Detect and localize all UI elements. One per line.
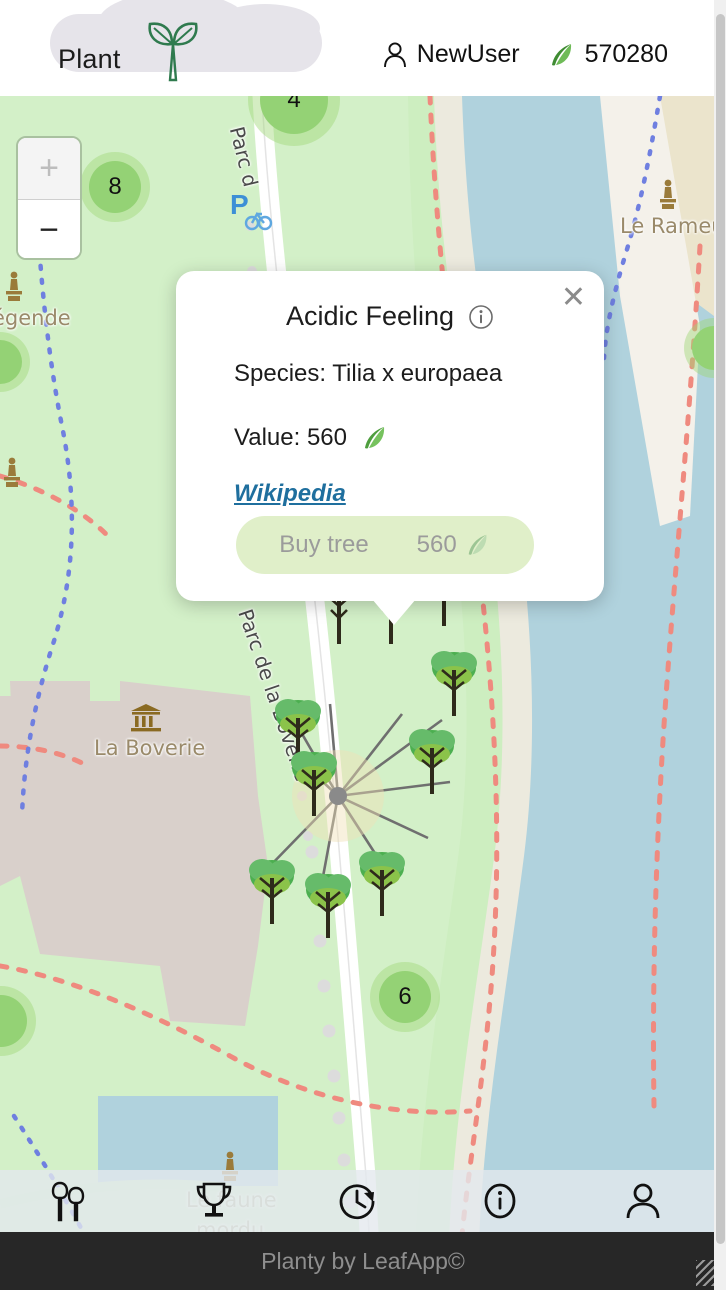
nav-history-button[interactable] [286, 1170, 429, 1232]
statue-icon [4, 457, 20, 487]
info-icon [484, 1183, 516, 1219]
scrollbar-thumb[interactable] [716, 14, 725, 1244]
info-circle-icon[interactable] [468, 304, 494, 330]
footer-text: Planty by LeafApp© [261, 1247, 465, 1274]
app-footer: Planty by LeafApp© [0, 1232, 726, 1290]
popup-value: Value: 560 [234, 424, 347, 451]
app-logo[interactable]: Plant [50, 0, 350, 88]
trophy-icon [196, 1182, 232, 1217]
leaf-icon [364, 427, 385, 449]
statue-icon [660, 179, 676, 209]
app-header: Plant NewUser 570280 [0, 0, 726, 96]
page-scrollbar[interactable] [714, 0, 726, 1290]
popup-species: Species: Tilia x europaea [234, 360, 503, 387]
nav-leaderboard-button[interactable] [143, 1170, 286, 1232]
tree-detail-popup: ✕ Acidic Feeling Species: Tilia x europa… [176, 271, 604, 601]
tree-marker[interactable] [288, 746, 340, 818]
tree-marker[interactable] [324, 594, 354, 646]
person-icon [383, 41, 406, 67]
nav-account-button[interactable] [571, 1170, 714, 1232]
cluster-count: 4 [287, 96, 301, 113]
tree-marker[interactable] [428, 646, 480, 718]
logo-text: Plant [58, 44, 121, 74]
trees-icon [52, 1181, 85, 1222]
account-icon [626, 1183, 659, 1219]
buy-tree-label: Buy tree [279, 531, 369, 558]
svg-text:P: P [230, 190, 249, 220]
coin-balance: 570280 [548, 40, 668, 69]
history-icon [339, 1184, 375, 1220]
wikipedia-link[interactable]: Wikipedia [234, 480, 346, 508]
popup-tail [372, 599, 416, 625]
sprout-leaf-icon [148, 22, 198, 82]
tree-marker[interactable] [356, 846, 408, 918]
header-right: NewUser 570280 [382, 40, 668, 69]
museum-icon [131, 704, 161, 732]
user-name: NewUser [416, 40, 520, 68]
leaf-icon [468, 534, 487, 555]
statue-icon [6, 271, 22, 301]
cluster-count: 8 [108, 173, 122, 200]
popup-header: Acidic Feeling [176, 271, 604, 332]
cluster-marker[interactable]: 8 [80, 152, 150, 222]
user-badge[interactable]: NewUser [382, 40, 520, 69]
leaf-icon [551, 43, 571, 65]
popup-title: Acidic Feeling [285, 301, 455, 331]
coin-amount: 570280 [584, 40, 668, 68]
zoom-in-button[interactable]: + [18, 138, 80, 199]
buy-tree-cost-value: 560 [416, 531, 457, 558]
cluster-marker[interactable]: 6 [370, 962, 440, 1032]
app-root: + − 4 8 6 P La Boverie Le Rame gende Par… [0, 0, 726, 1290]
map-zoom-control[interactable]: + − [16, 136, 82, 260]
zoom-out-button[interactable]: − [18, 199, 80, 258]
bicycle-parking-icon: P [230, 190, 273, 231]
cluster-count: 6 [398, 983, 412, 1010]
bottom-navigation [0, 1170, 714, 1232]
buy-tree-cost: 560 [417, 531, 491, 559]
nav-info-button[interactable] [428, 1170, 571, 1232]
tree-marker[interactable] [406, 724, 458, 796]
tree-marker[interactable] [246, 854, 298, 926]
nav-trees-button[interactable] [0, 1170, 143, 1232]
tree-marker[interactable] [302, 868, 354, 940]
buy-tree-button[interactable]: Buy tree 560 [236, 516, 534, 574]
popup-value-row: Value: 560 [234, 424, 604, 452]
close-icon[interactable]: ✕ [561, 283, 586, 313]
